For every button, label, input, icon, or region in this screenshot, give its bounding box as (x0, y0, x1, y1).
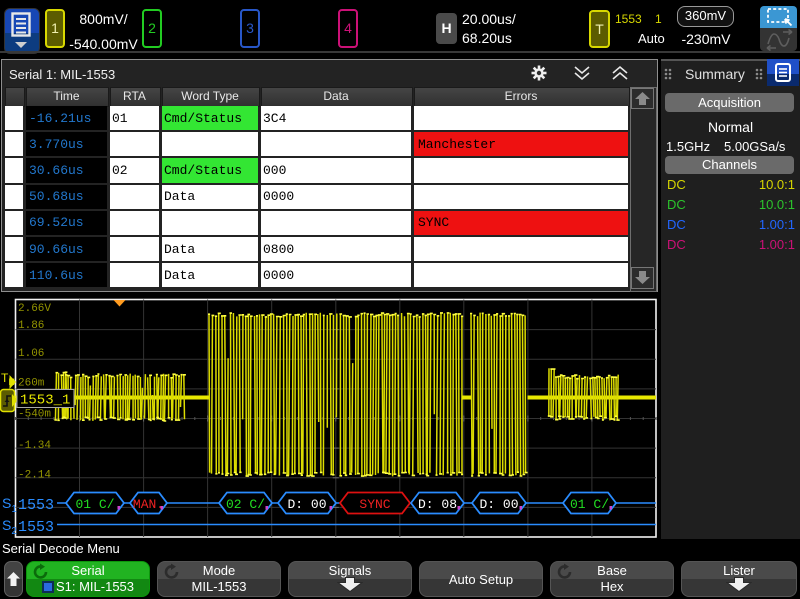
svg-text:1.86: 1.86 (18, 320, 44, 332)
svg-text:1.06: 1.06 (18, 348, 44, 360)
svg-text:2.66V: 2.66V (18, 303, 51, 315)
svg-text:D: 00: D: 00 (479, 497, 518, 512)
svg-text:-1.34: -1.34 (18, 440, 51, 452)
svg-text:D: 00: D: 00 (287, 497, 326, 512)
svg-text:02 C/: 02 C/ (226, 497, 265, 512)
svg-text:-2.14: -2.14 (18, 470, 51, 482)
svg-text:D: 08: D: 08 (418, 497, 457, 512)
svg-text:MAN.: MAN. (133, 497, 164, 512)
svg-text:1553_1: 1553_1 (20, 393, 70, 409)
svg-text:1553: 1553 (18, 497, 54, 514)
svg-text:1553: 1553 (18, 519, 54, 536)
svg-text:SYNC: SYNC (359, 497, 390, 512)
svg-text:01 C/: 01 C/ (75, 497, 114, 512)
svg-text:-540m: -540m (18, 409, 51, 421)
svg-text:260m: 260m (18, 378, 45, 390)
svg-text:01 C/: 01 C/ (570, 497, 609, 512)
